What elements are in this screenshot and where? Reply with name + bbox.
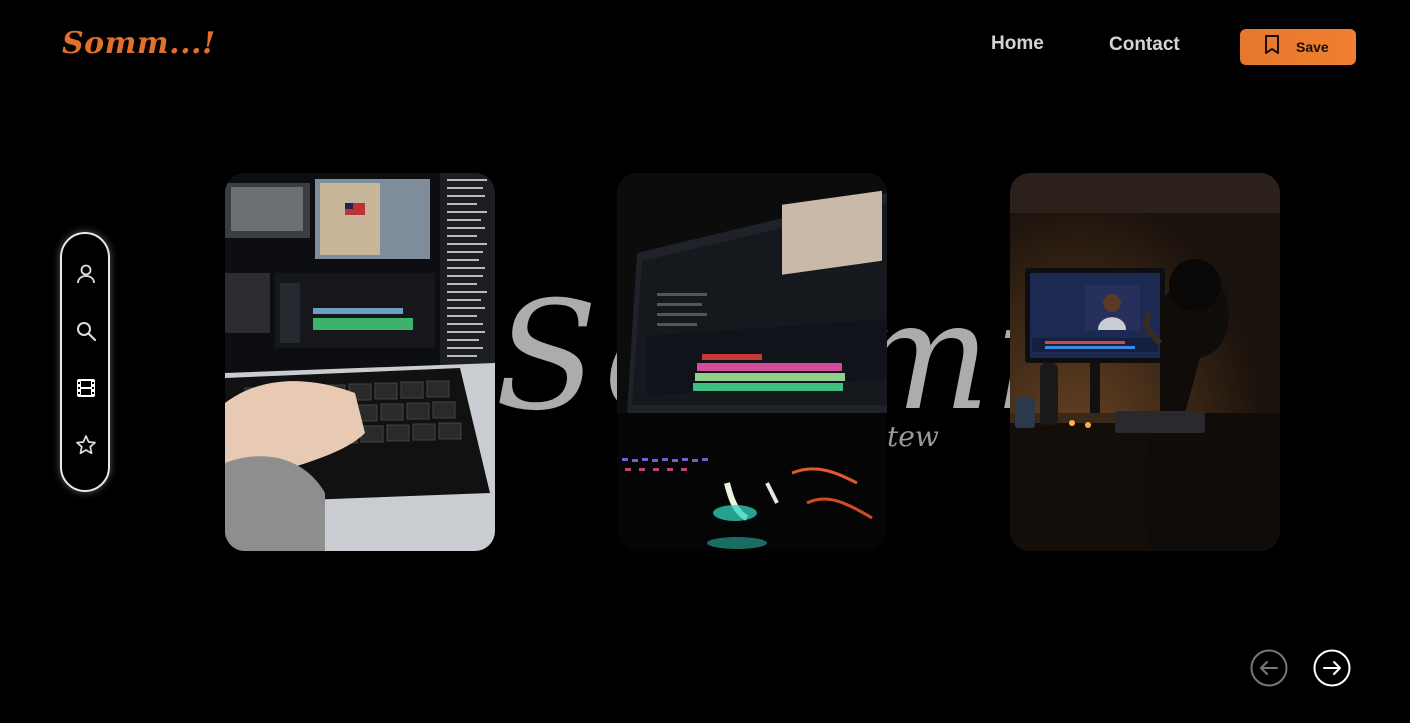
arrow-right-icon[interactable] (1313, 649, 1351, 687)
gallery-card-timeline[interactable] (617, 173, 887, 551)
background-script-subtext: tew (887, 420, 939, 453)
gallery-card-laptop[interactable] (225, 173, 495, 551)
vertical-sidebar (60, 232, 110, 492)
nav-contact-link[interactable]: Contact (1109, 34, 1180, 56)
film-icon[interactable] (75, 377, 97, 399)
save-button-label: Save (1296, 39, 1329, 55)
gallery-card-desk[interactable] (1010, 173, 1280, 551)
brand-logo[interactable]: Somm...! (62, 26, 216, 61)
save-button[interactable]: Save (1240, 29, 1356, 65)
bookmark-icon (1264, 34, 1280, 60)
nav-home-link[interactable]: Home (991, 33, 1044, 55)
arrow-left-icon[interactable] (1250, 649, 1288, 687)
search-icon[interactable] (75, 320, 97, 342)
star-icon[interactable] (75, 434, 97, 456)
user-icon[interactable] (75, 263, 97, 285)
